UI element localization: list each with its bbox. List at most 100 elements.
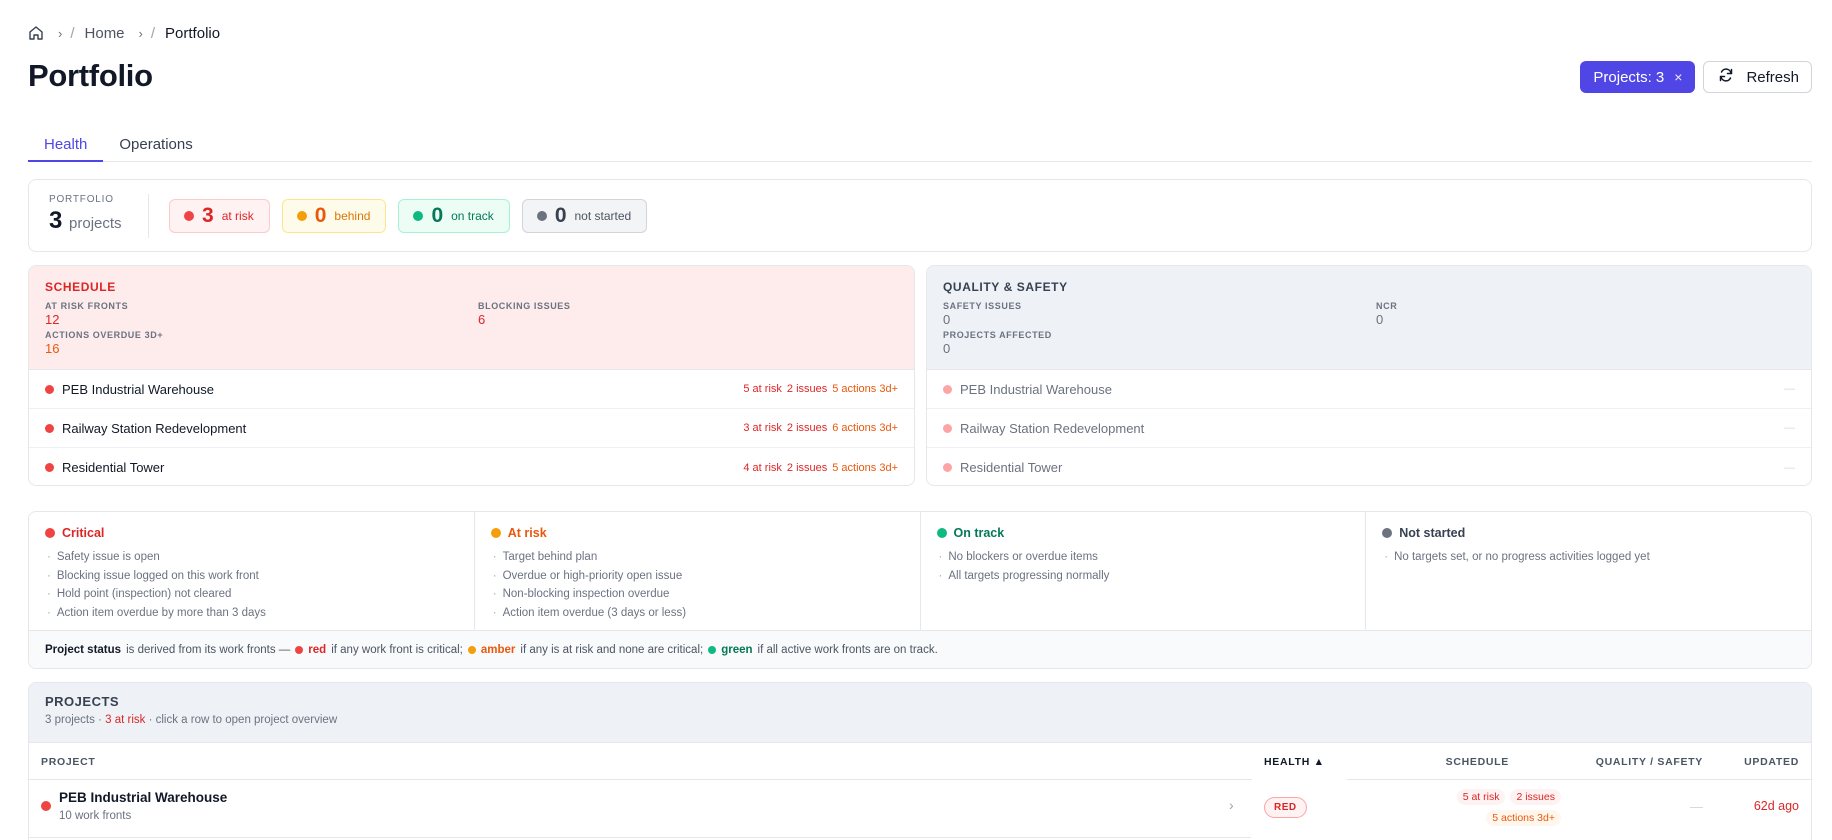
green-dot-icon (413, 210, 424, 221)
health-badge: RED (1264, 797, 1307, 818)
stat-value: 0 (943, 312, 951, 327)
project-name: PEB Industrial Warehouse (960, 381, 1112, 397)
red-dot-icon (41, 801, 51, 811)
tag-issues: 2 issues (786, 461, 828, 474)
schedule-tags: 5 at risk 2 issues 5 actions 3d+ (743, 383, 898, 395)
legend-at-risk: At risk Target behind plan Overdue or hi… (475, 512, 921, 630)
col-quality-safety[interactable]: QUALITY / SAFETY (1596, 756, 1703, 768)
breadcrumb: › / Home › / Portfolio (28, 24, 220, 42)
schedule-chips: 5 at risk 2 issues 5 actions 3d+ (1456, 789, 1561, 826)
legend-title: Critical (45, 526, 458, 540)
red-dot-icon (45, 423, 54, 433)
status-pill-behind[interactable]: 0 behind (281, 198, 387, 233)
tag-actions: 5 actions 3d+ (832, 383, 898, 395)
legend-title-text: At risk (507, 526, 547, 540)
project-name: Residential Tower (62, 460, 165, 475)
close-icon[interactable]: × (1674, 69, 1682, 85)
refresh-button[interactable]: Refresh (1703, 61, 1812, 93)
quality-row[interactable]: PEB Industrial Warehouse — (927, 370, 1811, 409)
stat-safety-issues: SAFETY ISSUES 0 (943, 301, 1022, 327)
header-actions: Projects: 3 × Refresh (1580, 61, 1812, 93)
schedule-tags: 3 at risk 2 issues 6 actions 3d+ (743, 422, 898, 434)
stat-value: 0 (1376, 312, 1384, 327)
red-dot-icon (45, 528, 55, 538)
legend-title-text: On track (953, 526, 1005, 540)
portfolio-count-number: 3 (49, 206, 63, 234)
pink-dot-icon (943, 463, 952, 472)
stat-value: 12 (45, 312, 60, 327)
legend-footer: Project status is derived from its work … (29, 631, 1811, 668)
schedule-card: SCHEDULE AT RISK FRONTS 12 BLOCKING ISSU… (28, 265, 915, 486)
project-name: Railway Station Redevelopment (62, 420, 247, 436)
chip-issues: 2 issues (1510, 789, 1561, 805)
quality-row[interactable]: Residential Tower — (927, 448, 1811, 485)
projects-header: PROJECTS 3 projects · 3 at risk · click … (29, 683, 1811, 743)
pill-count: 0 (431, 203, 444, 227)
home-icon[interactable] (28, 25, 44, 41)
project-name: PEB Industrial Warehouse (62, 381, 214, 397)
pill-count: 3 (202, 203, 214, 227)
red-dot-icon (45, 463, 54, 472)
quality-safety-card: QUALITY & SAFETY SAFETY ISSUES 0 NCR 0 P… (926, 265, 1812, 486)
project-filter-chip[interactable]: Projects: 3 × (1580, 61, 1696, 93)
pill-label: on track (451, 208, 494, 223)
tag-at-risk: 4 at risk (743, 461, 782, 474)
schedule-row[interactable]: PEB Industrial Warehouse 5 at risk 2 iss… (29, 370, 914, 409)
stat-label: SAFETY ISSUES (943, 301, 1022, 311)
tab-operations[interactable]: Operations (103, 130, 208, 162)
portfolio-count: PORTFOLIO 3 projects (49, 193, 149, 238)
tab-health[interactable]: Health (28, 130, 104, 162)
tag-issues: 2 issues (786, 422, 828, 434)
table-row[interactable]: PEB Industrial Warehouse 10 work fronts … (29, 780, 1811, 838)
status-pill-on-track[interactable]: 0 on track (398, 198, 510, 233)
schedule-row[interactable]: Railway Station Redevelopment 3 at risk … (29, 409, 914, 448)
legend-item: No blockers or overdue items (937, 548, 1350, 567)
status-pill-at-risk[interactable]: 3 at risk (169, 198, 270, 233)
schedule-row[interactable]: Residential Tower 4 at risk 2 issues 5 a… (29, 448, 914, 485)
pill-label: behind (334, 208, 371, 223)
quality-title: QUALITY & SAFETY (943, 280, 1068, 294)
stat-label: NCR (1376, 301, 1398, 311)
pill-count: 0 (314, 203, 327, 227)
stat-at-risk-fronts: AT RISK FRONTS 12 (45, 301, 128, 327)
stat-label: BLOCKING ISSUES (478, 301, 571, 311)
col-updated[interactable]: UPDATED (1744, 756, 1799, 768)
stat-label: PROJECTS AFFECTED (943, 330, 1052, 340)
chevron-right-icon: › (138, 25, 143, 41)
quality-card-header: QUALITY & SAFETY SAFETY ISSUES 0 NCR 0 P… (927, 266, 1811, 370)
stat-blocking-issues: BLOCKING ISSUES 6 (478, 301, 571, 327)
red-dot-icon (184, 210, 194, 221)
breadcrumb-home-link[interactable]: Home (85, 25, 125, 42)
portfolio-label: PORTFOLIO (49, 193, 114, 205)
amber-dot-icon (296, 210, 307, 221)
amber-dot-icon (467, 646, 476, 654)
quality-safety-value: — (1690, 799, 1703, 814)
footer-text: is derived from its work fronts — (126, 644, 291, 656)
legend-item: Blocking issue logged on this work front (45, 567, 458, 586)
project-name: Residential Tower (960, 460, 1063, 475)
col-health-sorted[interactable]: HEALTH ▲ (1252, 743, 1347, 780)
breadcrumb-separator: / (150, 24, 156, 42)
portfolio-summary-card: PORTFOLIO 3 projects 3 at risk 0 behind … (28, 179, 1812, 252)
chevron-right-icon: › (1229, 797, 1234, 813)
stat-label: AT RISK FRONTS (45, 301, 129, 311)
legend-title-text: Critical (62, 526, 105, 540)
col-project[interactable]: PROJECT (41, 756, 96, 768)
project-name: PEB Industrial Warehouse (59, 790, 228, 805)
chevron-right-icon: › (58, 25, 63, 41)
legend-item: All targets progressing normally (937, 567, 1350, 586)
schedule-title: SCHEDULE (45, 280, 116, 294)
schedule-card-header: SCHEDULE AT RISK FRONTS 12 BLOCKING ISSU… (29, 266, 914, 370)
status-legend: Critical Safety issue is open Blocking i… (28, 511, 1812, 669)
stat-ncr: NCR 0 (1376, 301, 1397, 327)
projects-title: PROJECTS (45, 694, 120, 709)
footer-amber: amber (480, 644, 516, 656)
quality-row[interactable]: Railway Station Redevelopment — (927, 409, 1811, 448)
pill-label: at risk (221, 208, 254, 223)
row-divider (29, 837, 1251, 838)
status-pill-not-started[interactable]: 0 not started (521, 198, 648, 233)
projects-hint: · click a row to open project overview (148, 714, 338, 726)
footer-text: if any is at risk and none are critical; (520, 644, 704, 656)
red-dot-icon (45, 384, 54, 394)
col-schedule[interactable]: SCHEDULE (1446, 756, 1509, 768)
